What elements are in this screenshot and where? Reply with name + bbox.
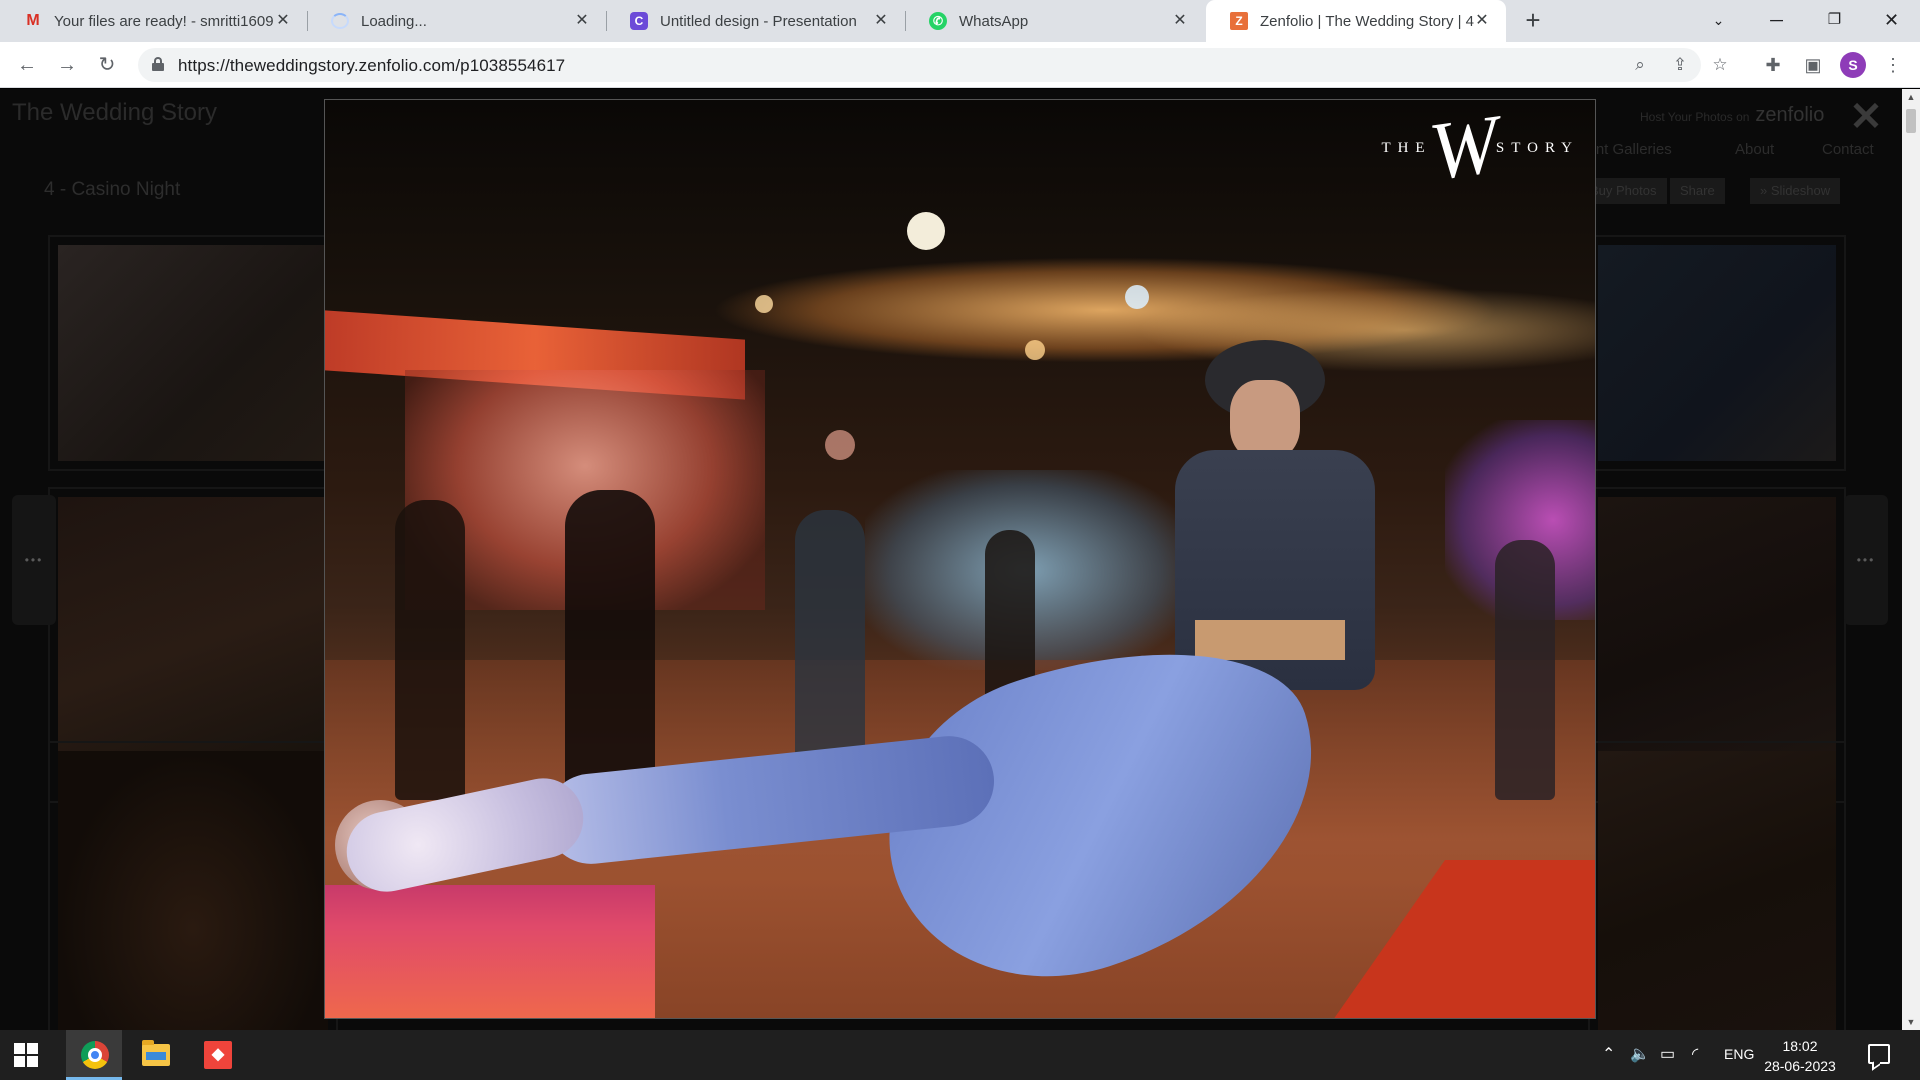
tab-close-icon[interactable]: ✕	[273, 11, 293, 31]
tab-close-icon[interactable]: ✕	[572, 11, 592, 31]
tab-whatsapp[interactable]: ✆ WhatsApp ✕	[905, 0, 1204, 42]
promo-text: Host Your Photos on	[1640, 110, 1750, 124]
new-tab-button[interactable]: +	[1519, 7, 1547, 35]
tray-chevron-up-icon[interactable]: ⌃	[1602, 1044, 1615, 1064]
tab-zenfolio[interactable]: Z Zenfolio | The Wedding Story | 4 ✕	[1206, 0, 1506, 42]
clock-date: 28-06-2023	[1764, 1058, 1836, 1074]
forward-arrow-icon[interactable]: →	[52, 50, 82, 80]
tab-search-icon[interactable]: ⌄	[1690, 0, 1747, 42]
windows-taskbar: ◆ ⌃ 🔈 ▭ ◜ ENG 18:02 28-06-2023	[0, 1030, 1920, 1080]
taskbar-file-explorer[interactable]	[128, 1030, 184, 1080]
zoom-icon[interactable]: ⌕	[1628, 53, 1652, 77]
zenfolio-logo: zenfolio	[1755, 104, 1825, 126]
tab-title: WhatsApp	[959, 12, 1029, 30]
close-window-button[interactable]: ✕	[1863, 0, 1920, 42]
scrollbar-thumb[interactable]	[1906, 109, 1916, 133]
browser-tab-strip: M Your files are ready! - smritti1609 ✕ …	[0, 0, 1920, 42]
tab-title: Untitled design - Presentation	[660, 12, 857, 30]
notification-center-icon[interactable]	[1868, 1044, 1890, 1064]
page-scrollbar[interactable]: ▲ ▼	[1902, 89, 1920, 1030]
tab-title: Zenfolio | The Wedding Story | 4	[1260, 12, 1475, 30]
watermark-suffix: STORY	[1495, 139, 1579, 156]
watermark-logo: W	[1423, 99, 1504, 198]
lock-icon[interactable]	[152, 57, 164, 71]
taskbar-anydesk[interactable]: ◆	[190, 1030, 246, 1080]
site-title[interactable]: The Wedding Story	[12, 99, 217, 127]
gmail-icon: M	[26, 12, 40, 29]
wifi-icon[interactable]: ◜	[1692, 1044, 1698, 1064]
tab-loading[interactable]: Loading... ✕	[307, 0, 607, 42]
gallery-thumbnail[interactable]	[1588, 741, 1846, 1030]
table-cloth	[325, 885, 655, 1018]
back-arrow-icon[interactable]: ←	[12, 50, 42, 80]
zenfolio-icon: Z	[1230, 12, 1248, 30]
tab-title: Your files are ready! - smritti1609	[54, 12, 274, 30]
promo-link[interactable]: Host Your Photos on zenfolio	[1640, 104, 1824, 127]
tab-close-icon[interactable]: ✕	[1170, 11, 1190, 31]
side-panel-icon[interactable]: ▣	[1800, 52, 1826, 78]
scroll-up-arrow-icon[interactable]: ▲	[1902, 89, 1920, 105]
address-bar[interactable]: https://theweddingstory.zenfolio.com/p10…	[138, 48, 1728, 82]
guest-silhouette	[1495, 540, 1555, 800]
gallery-thumbnail[interactable]	[1588, 235, 1846, 471]
extensions-puzzle-icon[interactable]: ✚	[1760, 52, 1786, 78]
bokeh-light	[1025, 340, 1045, 360]
url-text[interactable]: https://theweddingstory.zenfolio.com/p10…	[178, 56, 565, 76]
previous-photo-button[interactable]: •••	[12, 495, 56, 625]
next-dots-icon: •••	[1856, 553, 1876, 567]
profile-avatar[interactable]: S	[1840, 52, 1866, 78]
gallery-thumbnail[interactable]	[48, 235, 338, 471]
previous-dots-icon: •••	[24, 553, 44, 567]
tab-close-icon[interactable]: ✕	[1472, 11, 1492, 31]
studio-watermark: THE W STORY	[1381, 100, 1579, 197]
reload-icon[interactable]: ↻	[92, 50, 122, 80]
guest-silhouette	[395, 500, 465, 800]
performer-sash	[1195, 620, 1345, 660]
taskbar-chrome[interactable]	[66, 1030, 122, 1080]
language-indicator[interactable]: ENG	[1724, 1046, 1754, 1062]
watermark-prefix: THE	[1381, 139, 1432, 156]
bookmark-star-icon[interactable]: ☆	[1708, 53, 1732, 77]
gallery-thumbnail[interactable]	[48, 741, 338, 1030]
bokeh-light	[907, 212, 945, 250]
windows-start-icon[interactable]	[14, 1043, 38, 1067]
gallery-title: 4 - Casino Night	[44, 179, 181, 200]
minimize-button[interactable]: ─	[1748, 0, 1805, 42]
next-photo-button[interactable]: •••	[1844, 495, 1888, 625]
nav-contact[interactable]: Contact	[1822, 141, 1874, 158]
nav-about[interactable]: About	[1735, 141, 1774, 158]
canva-icon: C	[630, 12, 648, 30]
performer-face	[1230, 380, 1300, 460]
system-clock[interactable]: 18:02 28-06-2023	[1760, 1036, 1840, 1076]
tab-title: Loading...	[361, 12, 427, 30]
bokeh-light	[1125, 285, 1149, 309]
anydesk-icon: ◆	[204, 1041, 232, 1069]
scroll-down-arrow-icon[interactable]: ▼	[1902, 1014, 1920, 1030]
lightbox-close-icon[interactable]: ✕	[1848, 97, 1884, 137]
battery-icon[interactable]: ▭	[1660, 1044, 1675, 1064]
chrome-icon	[81, 1041, 109, 1069]
tab-canva[interactable]: C Untitled design - Presentation ✕	[606, 0, 906, 42]
restore-button[interactable]: ❐	[1806, 0, 1863, 42]
kebab-menu-icon[interactable]: ⋮	[1880, 52, 1906, 78]
bokeh-light	[825, 430, 855, 460]
tab-close-icon[interactable]: ✕	[871, 11, 891, 31]
browser-toolbar: ← → ↻ https://theweddingstory.zenfolio.c…	[0, 42, 1920, 88]
share-button[interactable]: Share	[1670, 178, 1725, 204]
lightbox-photo[interactable]: THE W STORY	[324, 99, 1596, 1019]
bokeh-light	[755, 295, 773, 313]
slideshow-button[interactable]: » Slideshow	[1750, 178, 1841, 204]
volume-icon[interactable]: 🔈	[1630, 1044, 1650, 1064]
share-icon[interactable]: ⇪	[1668, 53, 1692, 77]
tab-gmail[interactable]: M Your files are ready! - smritti1609 ✕	[0, 0, 308, 42]
loading-spinner-icon	[331, 13, 349, 29]
whatsapp-icon: ✆	[929, 12, 947, 30]
clock-time: 18:02	[1782, 1038, 1818, 1054]
file-explorer-icon	[142, 1040, 170, 1066]
